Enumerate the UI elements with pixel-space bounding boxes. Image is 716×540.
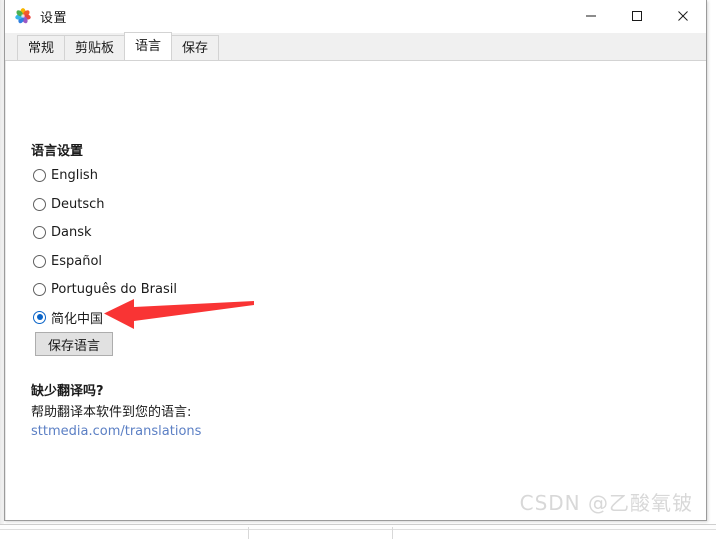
settings-tabstrip: 常规 剪贴板 语言 保存 [5, 32, 706, 61]
photos-flower-icon [14, 7, 32, 25]
radio-option-deutsch[interactable]: Deutsch [33, 195, 105, 213]
tab-clipboard[interactable]: 剪贴板 [64, 35, 126, 60]
radio-label-deutsch: Deutsch [51, 196, 105, 212]
radio-mark-simplified-chinese[interactable] [33, 310, 46, 324]
radio-mark-espanol[interactable] [33, 254, 46, 268]
radio-mark-portugues-do-brasil[interactable] [33, 282, 46, 296]
tab-general[interactable]: 常规 [17, 35, 66, 60]
radio-label-simplified-chinese: 简化中国 [51, 311, 104, 327]
tab-language[interactable]: 语言 [124, 32, 173, 60]
language-settings-heading: 语言设置 [31, 144, 84, 159]
radio-mark-deutsch[interactable] [33, 197, 46, 211]
save-language-button[interactable]: 保存语言 [35, 332, 114, 356]
radio-mark-dansk[interactable] [33, 225, 46, 239]
window-titlebar[interactable]: 设置 [5, 0, 706, 33]
radio-option-simplified-chinese[interactable]: 简化中国 [33, 308, 104, 327]
radio-label-portugues-do-brasil: Português do Brasil [51, 281, 177, 297]
window-title: 设置 [40, 10, 68, 26]
close-icon [678, 11, 688, 21]
minimize-button[interactable] [568, 0, 614, 32]
red-arrow-annotation [104, 297, 254, 333]
radio-label-espanol: Español [51, 253, 103, 269]
minimize-icon [586, 15, 596, 17]
translations-link[interactable]: sttmedia.com/translations [31, 424, 201, 439]
csdn-watermark: CSDN @乙酸氧铍 [519, 491, 693, 515]
close-button[interactable] [660, 0, 706, 32]
background-window-divider [248, 527, 249, 539]
language-tab-panel: 语言设置 English Deutsch Dansk Español Portu… [5, 61, 706, 520]
maximize-button[interactable] [614, 0, 660, 32]
radio-label-english: English [51, 167, 98, 183]
tab-save[interactable]: 保存 [171, 35, 220, 60]
radio-option-dansk[interactable]: Dansk [33, 223, 92, 241]
radio-mark-english[interactable] [33, 168, 46, 182]
background-window-divider [392, 527, 393, 539]
window-controls [568, 0, 706, 32]
maximize-icon [632, 11, 642, 21]
missing-translation-heading: 缺少翻译吗? [31, 384, 104, 399]
radio-label-dansk: Dansk [51, 224, 92, 240]
background-window-edge-secondary [0, 529, 716, 540]
radio-option-portugues-do-brasil[interactable]: Português do Brasil [33, 280, 177, 298]
settings-window: 设置 常规 剪贴板 语言 保存 语言设置 English Deutsch Dan… [4, 0, 707, 521]
radio-option-english[interactable]: English [33, 166, 98, 184]
missing-translation-text: 帮助翻译本软件到您的语言: [31, 405, 192, 420]
radio-option-espanol[interactable]: Español [33, 252, 102, 270]
